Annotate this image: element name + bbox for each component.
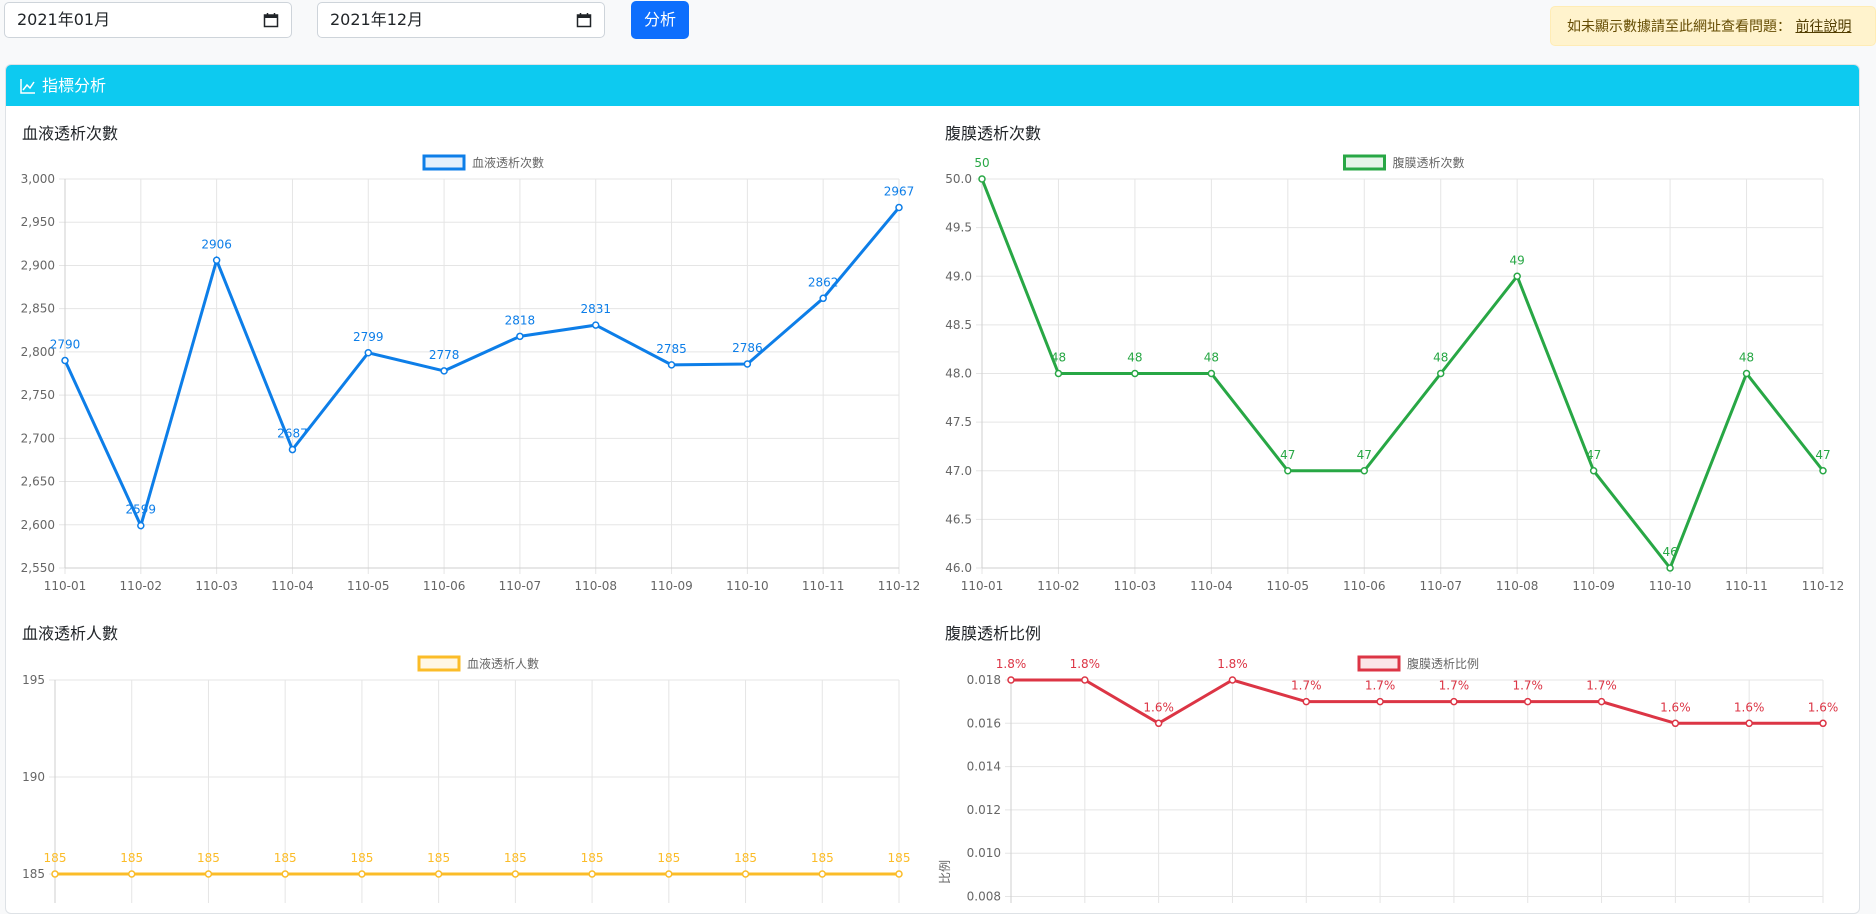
top-toolbar: 2021年01月 2021年12月 分析 如未顯示數據請至此網址查看問題： 前往… xyxy=(0,0,1876,60)
chart-title: 腹膜透析比例 xyxy=(945,624,1042,643)
end-month-value: 2021年12月 xyxy=(330,10,424,29)
data-notice-alert: 如未顯示數據請至此網址查看問題： 前往說明 xyxy=(1550,6,1876,46)
card-title: 指標分析 xyxy=(42,76,107,95)
notice-text: 如未顯示數據請至此網址查看問題： xyxy=(1567,19,1791,35)
start-month-input[interactable]: 2021年01月 xyxy=(4,2,292,38)
chart-title: 血液透析人數 xyxy=(22,624,119,643)
end-month-input[interactable]: 2021年12月 xyxy=(317,2,605,38)
chart-title: 腹膜透析次數 xyxy=(945,124,1042,143)
start-month-value: 2021年01月 xyxy=(17,10,111,29)
notice-help-link[interactable]: 前往說明 xyxy=(1795,19,1851,35)
chart-panel-pd-ratio: 腹膜透析比例 xyxy=(945,620,1835,903)
chart-panel-pd-count: 腹膜透析次數 xyxy=(945,120,1835,600)
calendar-icon[interactable] xyxy=(263,12,279,28)
line-chart-icon xyxy=(20,78,35,94)
chart-panel-hd-count: 血液透析次數 xyxy=(22,120,912,600)
calendar-icon[interactable] xyxy=(576,12,592,28)
analyze-button[interactable]: 分析 xyxy=(631,1,689,39)
card-header: 指標分析 xyxy=(6,65,1859,106)
chart-panel-hd-patients: 血液透析人數 xyxy=(22,620,912,903)
chart-title: 血液透析次數 xyxy=(22,124,119,143)
